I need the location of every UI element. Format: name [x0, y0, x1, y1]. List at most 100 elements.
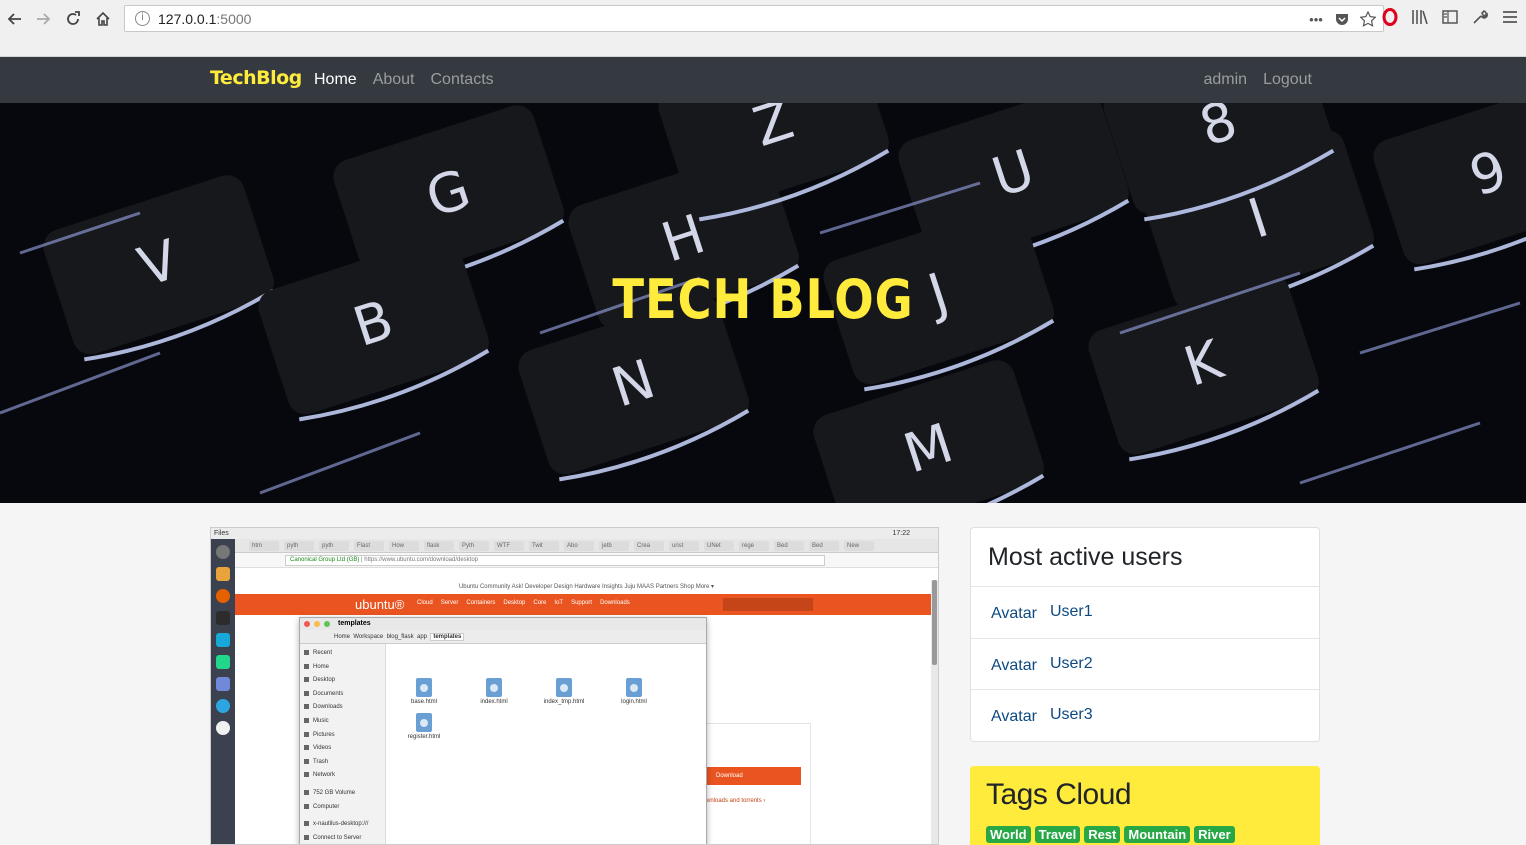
menu-icon[interactable]: [1500, 6, 1520, 28]
reload-icon[interactable]: [62, 8, 84, 30]
user-avatar[interactable]: Avatar: [991, 708, 1037, 725]
user-row: Avatar User3: [991, 706, 1093, 726]
bookmark-star-icon[interactable]: [1359, 10, 1377, 28]
ubuntu-tab: Twit: [529, 541, 559, 551]
file-name: register.html: [407, 734, 441, 740]
tag-mountain[interactable]: Mountain: [1124, 826, 1191, 843]
user-link[interactable]: User3: [1050, 706, 1093, 723]
wrench-icon[interactable]: [1470, 6, 1490, 28]
nautilus-sidebar-item: Network: [304, 772, 335, 778]
nautilus-sidebar-item: x-nautilus-desktop:///: [304, 821, 368, 827]
dock-terminal-icon: [216, 611, 230, 625]
tag-river[interactable]: River: [1194, 826, 1235, 843]
nautilus-sidebar-item: Home: [304, 664, 329, 670]
sidebar-icon[interactable]: [1440, 6, 1460, 28]
url-text[interactable]: 127.0.0.1:5000: [158, 11, 251, 27]
user-link[interactable]: User2: [1050, 655, 1093, 672]
address-bar[interactable]: i 127.0.0.1:5000 •••: [124, 5, 1384, 32]
nav-about[interactable]: About: [373, 71, 415, 89]
opera-icon[interactable]: [1380, 6, 1400, 28]
keycap: M: [813, 360, 1045, 503]
file-name: base.html: [410, 699, 437, 705]
ubuntu-top-bar: Files 17:22: [211, 528, 938, 539]
ubuntu-scrollbar: [931, 580, 938, 844]
dock-firefox-icon: [216, 589, 230, 603]
ubuntu-download-button: Download: [706, 767, 801, 785]
library-icon[interactable]: [1410, 6, 1430, 28]
html-file-icon: [556, 678, 572, 697]
nav-user[interactable]: admin: [1203, 71, 1247, 89]
ubuntu-subnav: Ubuntu Community Ask! Developer Design H…: [235, 581, 938, 594]
ubuntu-tab: htm: [249, 541, 279, 551]
post-image[interactable]: Files 17:22 htm pyth pyth Flast How flask Pyth…: [210, 527, 939, 845]
back-icon[interactable]: [4, 8, 26, 30]
dock-discord-icon: [216, 677, 230, 691]
nautilus-file: login.html: [604, 678, 664, 705]
top-bar-clock: 17:22: [892, 530, 910, 537]
nautilus-sidebar-item: Videos: [304, 745, 331, 751]
top-bar-app-name: Files: [214, 530, 229, 537]
nautilus-file: index.html: [464, 678, 524, 705]
site-info-icon[interactable]: i: [135, 11, 150, 26]
tag-world[interactable]: World: [986, 826, 1031, 843]
ubuntu-tab: UNet: [704, 541, 734, 551]
active-users-card: Most active users Avatar User1 Avatar User…: [970, 527, 1320, 742]
ubuntu-tab: unst: [669, 541, 699, 551]
nautilus-path: Home Workspace blog_flask app templates: [300, 630, 706, 644]
ubuntu-menu-item: Core: [533, 600, 547, 606]
divider: [971, 689, 1319, 690]
tag-rest[interactable]: Rest: [1084, 826, 1121, 843]
nautilus-window: templates Home Workspace blog_flask app …: [299, 617, 707, 844]
ubuntu-tab: jetb: [599, 541, 629, 551]
dock-files-icon: [216, 567, 230, 581]
user-row: Avatar User2: [991, 655, 1093, 675]
tag-travel[interactable]: Travel: [1034, 826, 1081, 843]
ubuntu-logo: ubuntu®: [355, 597, 405, 612]
nav-logout[interactable]: Logout: [1263, 71, 1312, 89]
nautilus-title: templates: [300, 618, 706, 630]
active-users-title: Most active users: [988, 543, 1183, 571]
file-name: index_tmp.html: [543, 699, 585, 705]
nautilus-sidebar-item: Computer: [304, 804, 339, 810]
user-link[interactable]: User1: [1050, 603, 1093, 620]
user-row: Avatar User1: [991, 603, 1093, 623]
ubuntu-search-box: [723, 598, 813, 611]
ubuntu-tab: rege: [739, 541, 769, 551]
ubuntu-orange-nav: ubuntu® Cloud Server Containers Desktop Core…: [235, 594, 938, 615]
page-actions-icon[interactable]: •••: [1307, 10, 1325, 28]
nautilus-file: base.html: [394, 678, 454, 705]
user-avatar[interactable]: Avatar: [991, 657, 1037, 674]
ubuntu-tab: flask: [424, 541, 454, 551]
dock-pycharm-icon: [216, 655, 230, 669]
ubuntu-tab: Abo: [564, 541, 594, 551]
nautilus-sidebar-item: Connect to Server: [304, 835, 361, 841]
home-icon[interactable]: [92, 8, 114, 30]
ubuntu-tab: New: [844, 541, 874, 551]
pocket-icon[interactable]: [1333, 10, 1351, 28]
nav-contacts[interactable]: Contacts: [431, 71, 494, 89]
html-file-icon: [626, 678, 642, 697]
user-avatar[interactable]: Avatar: [991, 605, 1037, 622]
ubuntu-menu-item: Downloads: [600, 600, 630, 606]
brand-logo[interactable]: TechBlog: [210, 67, 302, 89]
file-name: index.html: [480, 699, 508, 705]
nautilus-sidebar-item: Documents: [304, 691, 343, 697]
ubuntu-tab: Bed: [774, 541, 804, 551]
forward-icon[interactable]: [32, 8, 54, 30]
close-dot-icon: [304, 621, 310, 627]
keycap: 9: [1373, 103, 1526, 272]
ubuntu-tab: Flast: [354, 541, 384, 551]
browser-toolbar: i 127.0.0.1:5000 •••: [0, 0, 1526, 57]
tags-cloud-card: Tags Cloud World Travel Rest Mountain Ri…: [970, 766, 1320, 845]
nautilus-sidebar-item: 752 GB Volume: [304, 790, 355, 796]
ubuntu-menu-item: IoT: [554, 600, 564, 606]
nav-home[interactable]: Home: [314, 71, 357, 89]
minimize-dot-icon: [314, 621, 320, 627]
nautilus-sidebar-item: Trash: [304, 759, 328, 765]
nautilus-sidebar-item: Desktop: [304, 677, 335, 683]
nautilus-sidebar-item: Pictures: [304, 732, 335, 738]
ubuntu-menu-item: Desktop: [503, 600, 526, 606]
nautilus-sidebar-item: Recent: [304, 650, 332, 656]
ubuntu-tab: Crea: [634, 541, 664, 551]
nautilus-sidebar: Recent Home Desktop Documents Downloads Music…: [300, 644, 386, 844]
